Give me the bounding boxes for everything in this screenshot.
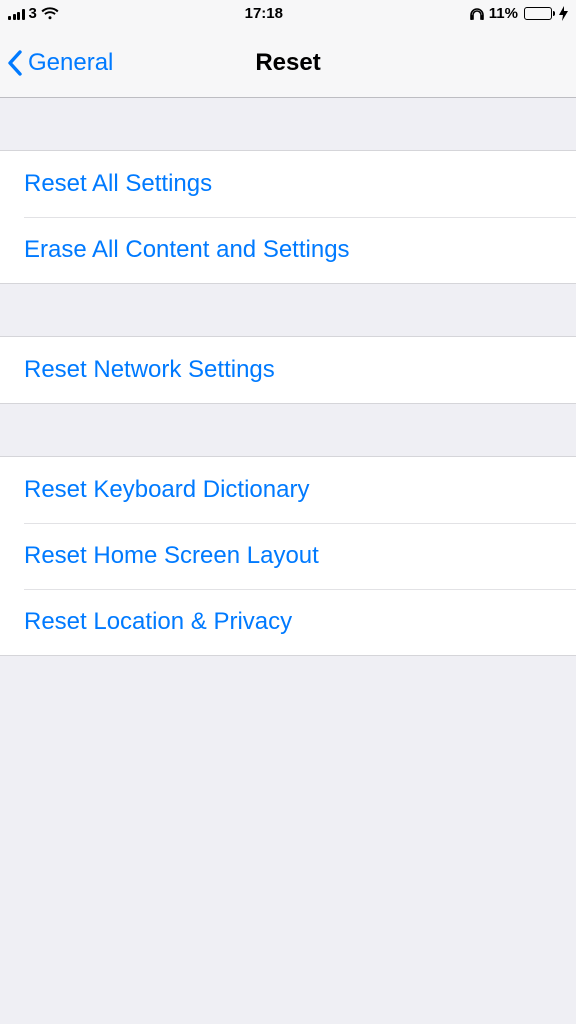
row-label: Reset Home Screen Layout <box>24 542 319 570</box>
reset-network-settings-row[interactable]: Reset Network Settings <box>0 337 576 403</box>
status-time: 17:18 <box>245 5 283 22</box>
wifi-icon <box>41 7 59 20</box>
reset-keyboard-dictionary-row[interactable]: Reset Keyboard Dictionary <box>0 457 576 523</box>
row-label: Reset Keyboard Dictionary <box>24 476 309 504</box>
erase-all-content-row[interactable]: Erase All Content and Settings <box>0 217 576 283</box>
reset-group-2: Reset Network Settings <box>0 336 576 404</box>
reset-group-3: Reset Keyboard Dictionary Reset Home Scr… <box>0 456 576 656</box>
back-label: General <box>28 49 113 77</box>
nav-title: Reset <box>255 49 320 77</box>
reset-all-settings-row[interactable]: Reset All Settings <box>0 151 576 217</box>
battery-icon <box>524 7 555 20</box>
group-spacer <box>0 284 576 336</box>
chevron-left-icon <box>6 49 24 77</box>
status-bar: 3 17:18 11% <box>0 0 576 28</box>
reset-location-privacy-row[interactable]: Reset Location & Privacy <box>0 589 576 655</box>
reset-group-1: Reset All Settings Erase All Content and… <box>0 150 576 284</box>
battery-percent-label: 11% <box>489 5 518 22</box>
cellular-signal-icon <box>8 8 25 20</box>
row-label: Erase All Content and Settings <box>24 236 350 264</box>
nav-bar: General Reset <box>0 28 576 98</box>
status-left: 3 <box>8 5 59 22</box>
row-label: Reset All Settings <box>24 170 212 198</box>
status-right: 11% <box>469 5 568 22</box>
row-label: Reset Location & Privacy <box>24 608 292 636</box>
group-spacer <box>0 404 576 456</box>
reset-home-screen-layout-row[interactable]: Reset Home Screen Layout <box>0 523 576 589</box>
group-spacer <box>0 98 576 150</box>
charging-icon <box>559 6 568 21</box>
back-button[interactable]: General <box>6 49 113 77</box>
carrier-label: 3 <box>29 5 37 22</box>
headphones-icon <box>469 6 485 21</box>
row-label: Reset Network Settings <box>24 356 275 384</box>
